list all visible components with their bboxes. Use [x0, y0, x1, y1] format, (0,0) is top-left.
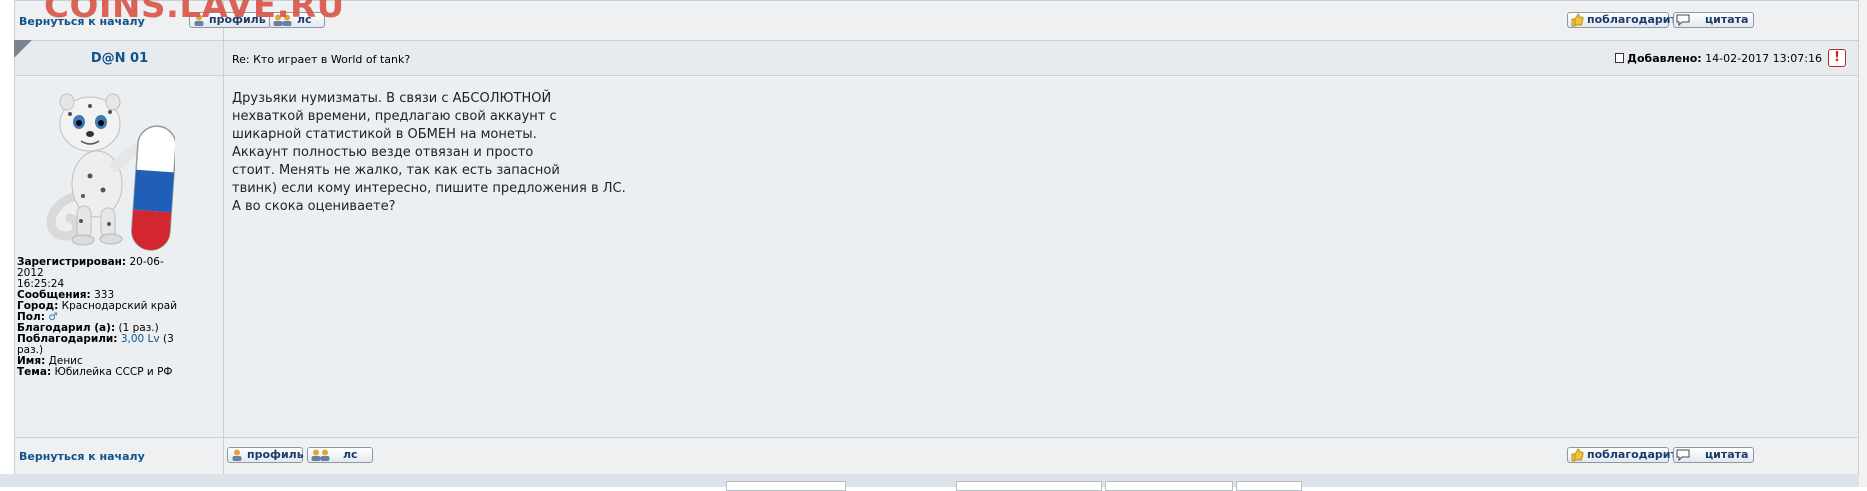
thank-button-label: поблагодарить: [1587, 448, 1684, 461]
post-table: Вернуться к началу профиль лс поблагодар…: [14, 0, 1859, 474]
footer-control[interactable]: [956, 481, 1102, 491]
post-header-left: D@N 01: [14, 40, 224, 75]
thumbs-up-icon: [1570, 13, 1584, 27]
registered-row: Зарегистрирован: 20-06-2012: [17, 257, 183, 279]
scrollbar[interactable]: [1859, 0, 1867, 487]
post-date-value: 14-02-2017 13:07:16: [1705, 52, 1822, 65]
post-date: Добавлено: 14-02-2017 13:07:16: [1615, 52, 1822, 65]
quote-button-label: цитата: [1705, 448, 1749, 461]
message-line: Аккаунт полностью везде отвязан и просто: [232, 145, 534, 160]
bottom-nav-right: профиль лс поблагодарить цитата: [224, 438, 1858, 474]
city-value: Краснодарский край: [61, 300, 178, 312]
post-message: Друзьяки нумизматы. В связи с АБСОЛЮТНОЙ…: [232, 90, 626, 216]
quote-button-top[interactable]: цитата: [1673, 12, 1754, 28]
users-icon: [310, 448, 332, 462]
site-watermark: COINS.LAVE.RU: [44, 0, 345, 26]
footer-control[interactable]: [1105, 481, 1233, 491]
theme-label: Тема:: [17, 366, 52, 378]
thank-button-top[interactable]: поблагодарить: [1567, 12, 1684, 28]
thank-button-label: поблагодарить: [1587, 13, 1684, 26]
thanked-by-count: (3: [162, 333, 174, 345]
profile-button-bottom[interactable]: профиль: [227, 447, 304, 463]
thank-button-bottom[interactable]: поблагодарить: [1567, 447, 1684, 463]
post-body: Зарегистрирован: 20-06-2012 16:25:24 Соо…: [15, 76, 1858, 438]
bottom-nav-left: Вернуться к началу: [15, 438, 224, 474]
quote-bubble-icon: [1676, 448, 1690, 462]
footer-control[interactable]: [726, 481, 846, 491]
quote-bubble-icon: [1676, 13, 1690, 27]
post-author[interactable]: D@N 01: [15, 51, 224, 66]
thanked-by-link[interactable]: 3,00 Lv: [121, 333, 160, 345]
report-button[interactable]: !: [1828, 49, 1846, 67]
top-nav-right: профиль лс поблагодарить цитата: [189, 1, 1858, 40]
post-content: Друзьяки нумизматы. В связи с АБСОЛЮТНОЙ…: [224, 76, 1858, 437]
user-profile-panel: Зарегистрирован: 20-06-2012 16:25:24 Соо…: [15, 76, 224, 437]
post-bottom-nav: Вернуться к началу профиль лс поблагодар…: [15, 438, 1858, 474]
pm-button-bottom[interactable]: лс: [307, 447, 373, 463]
post-subject: Re: Кто играет в World of tank?: [232, 53, 411, 66]
message-line: шикарной статистикой в ОБМЕН на монеты.: [232, 127, 537, 142]
user-icon: [230, 448, 244, 462]
theme-value: Юбилейка СССР и РФ: [54, 366, 173, 378]
footer-strip: [0, 474, 1867, 487]
post-header-right: Re: Кто играет в World of tank? Добавлен…: [224, 41, 1858, 75]
report-icon: !: [1834, 50, 1840, 65]
message-line: нехваткой времени, предлагаю свой аккаун…: [232, 109, 557, 124]
quote-button-label: цитата: [1705, 13, 1749, 26]
pm-button-label: лс: [343, 448, 358, 461]
back-to-top-link-bottom[interactable]: Вернуться к началу: [19, 450, 145, 463]
user-profile-info: Зарегистрирован: 20-06-2012 16:25:24 Соо…: [17, 257, 183, 378]
thumbs-up-icon: [1570, 448, 1584, 462]
message-line: А во скока оцениваете?: [232, 199, 396, 214]
post-header: D@N 01 Re: Кто играет в World of tank? Д…: [14, 40, 1858, 76]
forum-post-page: Вернуться к началу профиль лс поблагодар…: [0, 0, 1867, 491]
avatar: [35, 86, 177, 251]
message-line: твинк) если кому интересно, пишите предл…: [232, 181, 626, 196]
post-date-label: Добавлено:: [1627, 52, 1702, 65]
profile-button-label: профиль: [247, 448, 304, 461]
message-line: Друзьяки нумизматы. В связи с АБСОЛЮТНОЙ: [232, 91, 552, 106]
quote-button-bottom[interactable]: цитата: [1673, 447, 1754, 463]
footer-control[interactable]: [1236, 481, 1302, 491]
theme-row: Тема: Юбилейка СССР и РФ: [17, 367, 183, 378]
post-icon: [1615, 53, 1625, 63]
snow-leopard-avatar-icon: [46, 93, 177, 251]
message-line: стоит. Менять не жалко, так как есть зап…: [232, 163, 560, 178]
